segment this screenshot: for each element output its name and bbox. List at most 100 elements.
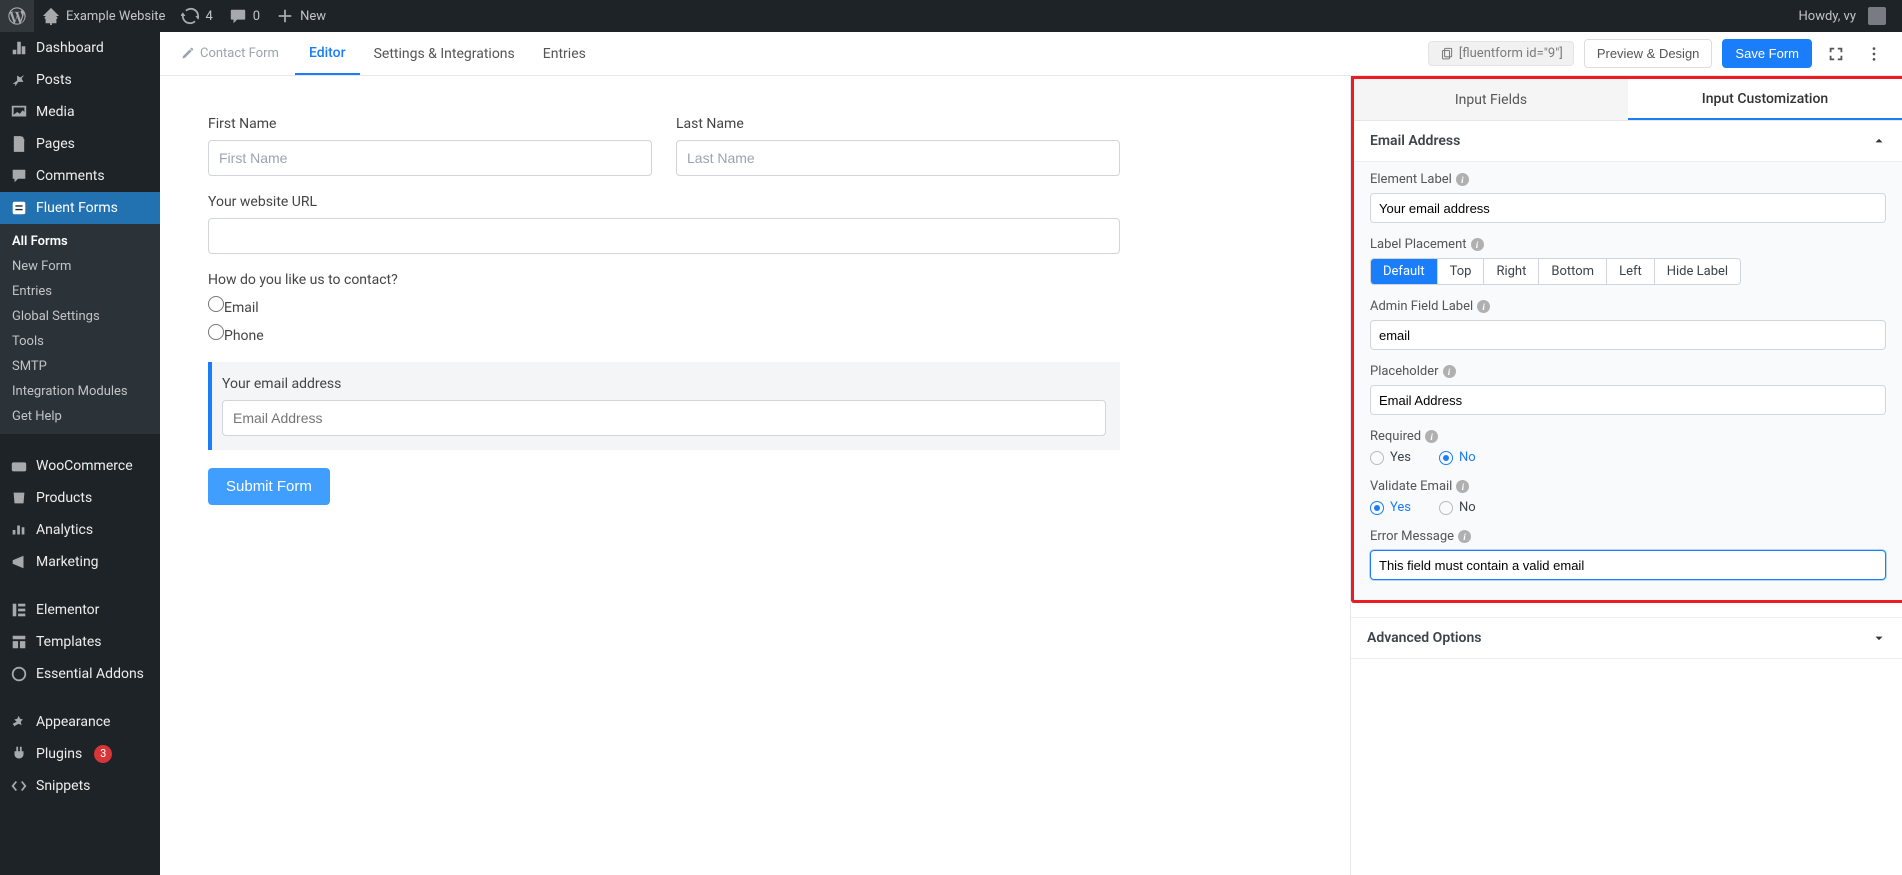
error-message-input[interactable] (1370, 550, 1886, 580)
shortcode-display[interactable]: [fluentform id="9"] (1428, 41, 1574, 66)
sidebar-item-media[interactable]: Media (0, 96, 160, 128)
info-icon[interactable]: i (1425, 430, 1438, 443)
sidebar-item-appearance[interactable]: Appearance (0, 706, 160, 738)
sidebar-item-templates[interactable]: Templates (0, 626, 160, 658)
tab-input-fields[interactable]: Input Fields (1354, 79, 1628, 120)
dashboard-icon (10, 39, 28, 57)
validate-title: Validate Email (1370, 479, 1452, 494)
preview-button[interactable]: Preview & Design (1584, 39, 1713, 68)
sidebar-item-snippets[interactable]: Snippets (0, 770, 160, 802)
new-link[interactable]: New (268, 0, 334, 32)
account-link[interactable]: Howdy, vy (1791, 0, 1895, 32)
submit-button[interactable]: Submit Form (208, 468, 330, 505)
seg-hide-label[interactable]: Hide Label (1655, 259, 1740, 284)
breadcrumb[interactable]: Contact Form (180, 46, 295, 61)
info-icon[interactable]: i (1456, 480, 1469, 493)
sidebar-item-fluent-forms[interactable]: Fluent Forms (0, 192, 160, 224)
sidebar-item-woocommerce[interactable]: WooCommerce (0, 450, 160, 482)
comments-count: 0 (253, 9, 260, 24)
sidebar-item-label: Products (36, 490, 92, 506)
appearance-icon (10, 713, 28, 731)
required-yes[interactable]: Yes (1370, 450, 1411, 465)
first-name-input[interactable] (208, 140, 652, 176)
validate-no[interactable]: No (1439, 500, 1476, 515)
label-placement-title: Label Placement (1370, 237, 1467, 252)
elementor-icon (10, 601, 28, 619)
sidebar-item-essential-addons[interactable]: Essential Addons (0, 658, 160, 690)
sidebar-item-marketing[interactable]: Marketing (0, 546, 160, 578)
sidebar-item-products[interactable]: Products (0, 482, 160, 514)
seg-default[interactable]: Default (1371, 259, 1438, 284)
error-title: Error Message (1370, 529, 1454, 544)
first-name-field[interactable]: First Name (208, 116, 652, 176)
validate-yes[interactable]: Yes (1370, 500, 1411, 515)
info-icon[interactable]: i (1471, 238, 1484, 251)
admin-label-input[interactable] (1370, 320, 1886, 350)
site-link[interactable]: Example Website (34, 0, 173, 32)
wp-admin-bar: Example Website 4 0 New Howdy, vy (0, 0, 1902, 32)
email-input[interactable] (222, 400, 1106, 436)
info-icon[interactable]: i (1477, 300, 1490, 313)
url-input[interactable] (208, 218, 1120, 254)
radio-dot-icon (1439, 451, 1453, 465)
shortcode-text: [fluentform id="9"] (1459, 46, 1563, 61)
sidebar-sub-global-settings[interactable]: Global Settings (0, 304, 160, 329)
accordion-email-address[interactable]: Email Address (1354, 121, 1902, 162)
comments-icon (10, 167, 28, 185)
sidebar-sub-tools[interactable]: Tools (0, 329, 160, 354)
sidebar-sub-entries[interactable]: Entries (0, 279, 160, 304)
sidebar-item-label: Pages (36, 136, 75, 152)
tab-settings-integrations[interactable]: Settings & Integrations (360, 32, 529, 75)
accordion-advanced-options[interactable]: Advanced Options (1351, 617, 1902, 659)
sidebar-item-label: Essential Addons (36, 666, 144, 682)
more-button[interactable] (1860, 40, 1888, 68)
sidebar-item-elementor[interactable]: Elementor (0, 594, 160, 626)
placeholder-title: Placeholder (1370, 364, 1439, 379)
contact-pref-field[interactable]: How do you like us to contact? EmailPhon… (208, 272, 1120, 344)
sidebar-sub-all-forms[interactable]: All Forms (0, 229, 160, 254)
email-field-selected[interactable]: Your email address (208, 362, 1120, 450)
seg-top[interactable]: Top (1438, 259, 1485, 284)
sidebar-sub-smtp[interactable]: SMTP (0, 354, 160, 379)
url-field[interactable]: Your website URL (208, 194, 1120, 254)
form-topbar: Contact Form EditorSettings & Integratio… (160, 32, 1902, 76)
element-label-input[interactable] (1370, 193, 1886, 223)
sidebar-item-dashboard[interactable]: Dashboard (0, 32, 160, 64)
seg-bottom[interactable]: Bottom (1539, 259, 1607, 284)
seg-right[interactable]: Right (1484, 259, 1539, 284)
save-button[interactable]: Save Form (1722, 39, 1812, 68)
tab-editor[interactable]: Editor (295, 32, 360, 75)
updates-link[interactable]: 4 (173, 0, 220, 32)
comments-link[interactable]: 0 (221, 0, 268, 32)
radio-phone[interactable]: Phone (208, 324, 1120, 344)
sidebar-item-comments[interactable]: Comments (0, 160, 160, 192)
radio-email[interactable]: Email (208, 296, 1120, 316)
sidebar-item-label: Media (36, 104, 75, 120)
fullscreen-button[interactable] (1822, 40, 1850, 68)
wp-logo[interactable] (0, 0, 34, 32)
sidebar-item-label: Posts (36, 72, 72, 88)
required-no[interactable]: No (1439, 450, 1476, 465)
sidebar-sub-new-form[interactable]: New Form (0, 254, 160, 279)
placeholder-input[interactable] (1370, 385, 1886, 415)
radio-dot-icon (1439, 501, 1453, 515)
chevron-down-icon (1872, 631, 1886, 645)
sidebar-sub-integration-modules[interactable]: Integration Modules (0, 379, 160, 404)
tab-input-customization[interactable]: Input Customization (1628, 79, 1902, 120)
sidebar-sub-get-help[interactable]: Get Help (0, 404, 160, 429)
sidebar-item-plugins[interactable]: Plugins3 (0, 738, 160, 770)
admin-sidebar: Dashboard Posts Media Pages CommentsFluent F… (0, 32, 160, 875)
info-icon[interactable]: i (1458, 530, 1471, 543)
sidebar-item-posts[interactable]: Posts (0, 64, 160, 96)
last-name-field[interactable]: Last Name (676, 116, 1120, 176)
url-label: Your website URL (208, 194, 1120, 210)
info-icon[interactable]: i (1443, 365, 1456, 378)
sidebar-item-analytics[interactable]: Analytics (0, 514, 160, 546)
last-name-input[interactable] (676, 140, 1120, 176)
advanced-title: Advanced Options (1367, 630, 1481, 646)
last-name-label: Last Name (676, 116, 1120, 132)
sidebar-item-pages[interactable]: Pages (0, 128, 160, 160)
seg-left[interactable]: Left (1607, 259, 1655, 284)
info-icon[interactable]: i (1456, 173, 1469, 186)
tab-entries[interactable]: Entries (529, 32, 600, 75)
